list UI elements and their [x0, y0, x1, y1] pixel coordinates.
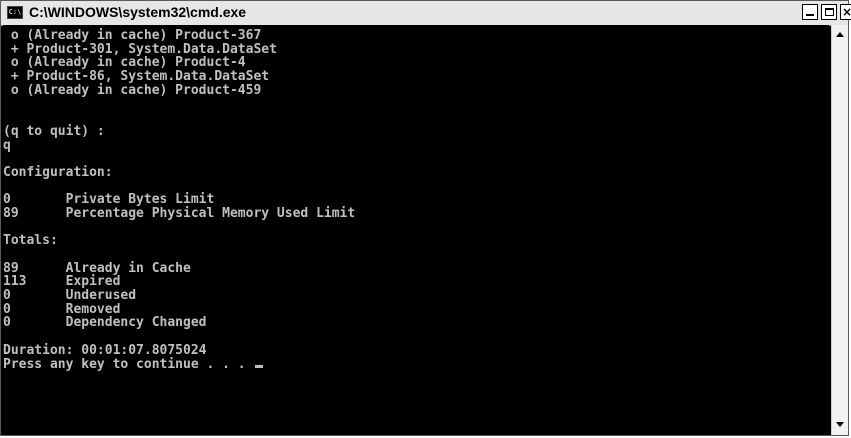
console-line: Totals:: [3, 233, 58, 249]
console-line: o (Already in cache) Product-367: [3, 28, 262, 43]
maximize-icon: [825, 8, 834, 16]
console-line: 0 Underused: [3, 288, 137, 304]
close-button[interactable]: ×: [840, 4, 851, 20]
vertical-scrollbar[interactable]: [831, 25, 848, 435]
maximize-button[interactable]: [821, 4, 837, 20]
scroll-down-button[interactable]: [833, 417, 848, 433]
console-line: q: [3, 137, 11, 153]
arrow-down-icon: [836, 422, 844, 427]
console-line: o (Already in cache) Product-4: [3, 55, 246, 71]
console-line: + Product-86, System.Data.DataSet: [3, 69, 270, 85]
arrow-up-icon: [836, 32, 844, 37]
text-cursor: [255, 364, 264, 368]
console-line: 89 Percentage Physical Memory Used Limit: [3, 205, 356, 221]
console-app-icon[interactable]: C:\: [7, 6, 23, 19]
console-line: 0 Dependency Changed: [3, 315, 207, 331]
console-text: o (Already in cache) Product-367 + Produ…: [3, 25, 829, 371]
minimize-button[interactable]: [802, 4, 818, 20]
console-line: o (Already in cache) Product-459: [3, 82, 262, 98]
console-line: 89 Already in Cache: [3, 260, 191, 276]
scroll-up-button[interactable]: [833, 27, 848, 43]
console-line: 113 Expired: [3, 274, 121, 290]
minimize-icon: [806, 14, 814, 16]
console-output[interactable]: o (Already in cache) Product-367 + Produ…: [3, 25, 829, 435]
title-bar[interactable]: C:\ C:\WINDOWS\system32\cmd.exe ×: [1, 1, 851, 26]
console-line: 0 Private Bytes Limit: [3, 192, 215, 208]
console-line: + Product-301, System.Data.DataSet: [3, 41, 277, 57]
console-line: Press any key to continue . . .: [3, 357, 829, 372]
console-line: Configuration:: [3, 164, 113, 180]
console-line: Duration: 00:01:07.8075024: [3, 342, 207, 358]
console-line: (q to quit) :: [3, 123, 105, 139]
window-title: C:\WINDOWS\system32\cmd.exe: [29, 4, 247, 20]
close-icon: ×: [842, 5, 851, 19]
console-line: 0 Removed: [3, 301, 121, 317]
